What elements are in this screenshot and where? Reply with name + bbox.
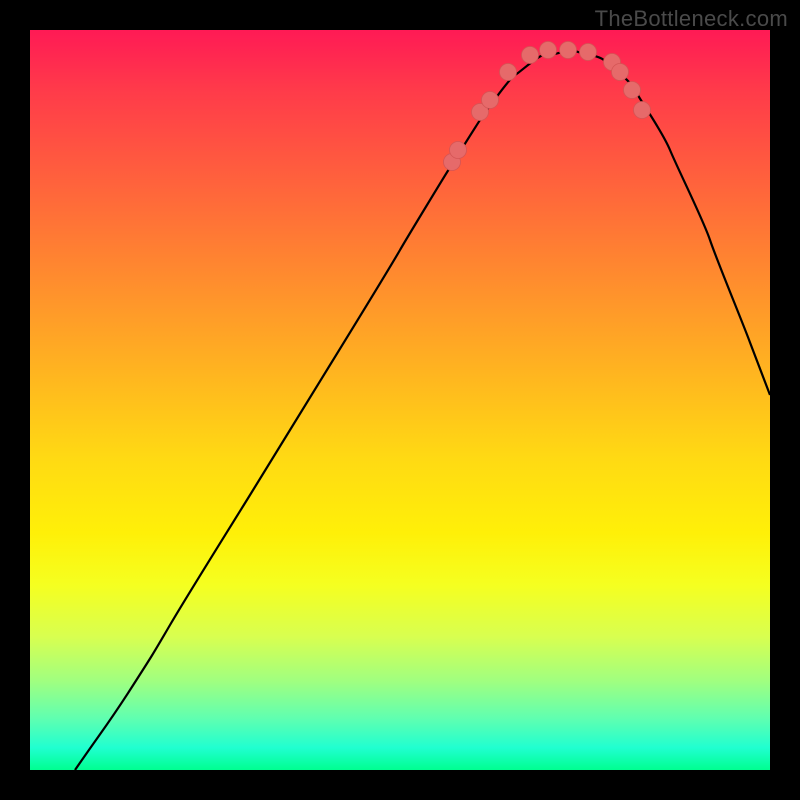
data-point xyxy=(624,82,641,99)
data-point xyxy=(612,64,629,81)
data-point xyxy=(560,42,577,59)
data-point xyxy=(580,44,597,61)
data-point xyxy=(522,47,539,64)
data-point xyxy=(500,64,517,81)
data-point xyxy=(540,42,557,59)
bottleneck-curve xyxy=(75,51,770,770)
watermark-text: TheBottleneck.com xyxy=(595,6,788,32)
data-point xyxy=(482,92,499,109)
data-point xyxy=(634,102,651,119)
plot-area xyxy=(30,30,770,770)
data-point xyxy=(450,142,467,159)
curve-layer xyxy=(30,30,770,770)
data-point-markers xyxy=(444,42,651,171)
